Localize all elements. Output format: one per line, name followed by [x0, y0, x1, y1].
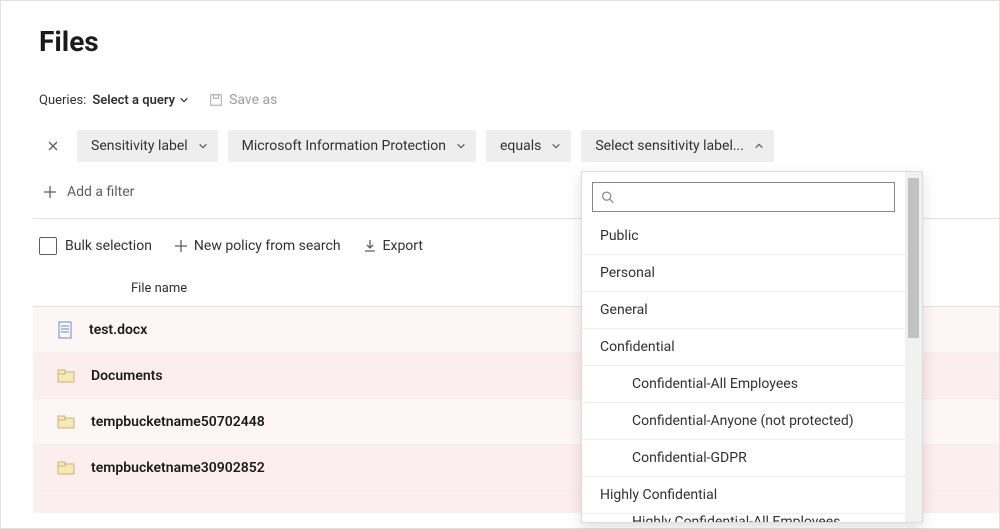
- filter-field-label: Sensitivity label: [91, 138, 188, 154]
- save-icon: [209, 93, 223, 107]
- new-policy-button[interactable]: New policy from search: [174, 238, 341, 254]
- file-name: tempbucketname50702448: [91, 414, 265, 430]
- save-as-label: Save as: [229, 92, 277, 108]
- dropdown-item[interactable]: Confidential-GDPR: [582, 440, 905, 477]
- dropdown-item[interactable]: Highly Confidential: [582, 477, 905, 514]
- dropdown-search-box[interactable]: [592, 182, 895, 212]
- filter-scope-label: Microsoft Information Protection: [242, 138, 446, 154]
- plus-icon: [174, 239, 188, 253]
- download-icon: [363, 239, 377, 253]
- chevron-down-icon: [551, 141, 561, 151]
- filter-value-label: Select sensitivity label...: [595, 138, 744, 154]
- filter-row: Sensitivity label Microsoft Information …: [39, 130, 999, 162]
- folder-icon: [57, 368, 75, 384]
- add-filter-label: Add a filter: [67, 184, 134, 200]
- filter-scope-pill[interactable]: Microsoft Information Protection: [228, 130, 476, 162]
- filter-operator-label: equals: [500, 138, 541, 154]
- export-label: Export: [383, 238, 423, 254]
- page-title: Files: [39, 25, 999, 58]
- scrollbar-thumb[interactable]: [908, 178, 919, 338]
- dropdown-item[interactable]: Public: [582, 218, 905, 255]
- new-policy-label: New policy from search: [194, 238, 341, 254]
- queries-selector[interactable]: Select a query: [92, 93, 189, 108]
- queries-label: Queries:: [39, 93, 86, 108]
- dropdown-item[interactable]: Confidential: [582, 329, 905, 366]
- queries-row: Queries: Select a query Save as: [39, 92, 999, 108]
- file-name: tempbucketname30902852: [91, 460, 265, 476]
- dropdown-item[interactable]: Confidential-Anyone (not protected): [582, 403, 905, 440]
- close-icon: [47, 140, 59, 152]
- bulk-selection-button[interactable]: Bulk selection: [39, 237, 152, 255]
- dropdown-list: Public Personal General Confidential Con…: [582, 218, 905, 522]
- dropdown-item[interactable]: Confidential-All Employees: [582, 366, 905, 403]
- dropdown-item-cutoff: Highly Confidential-All Employees: [582, 514, 905, 522]
- scrollbar[interactable]: [905, 172, 922, 522]
- document-icon: [57, 321, 73, 339]
- plus-icon: [43, 185, 57, 199]
- dropdown-search-input[interactable]: [620, 183, 886, 211]
- dropdown-item[interactable]: Personal: [582, 255, 905, 292]
- bulk-selection-label: Bulk selection: [65, 238, 152, 254]
- chevron-up-icon: [754, 141, 764, 151]
- folder-icon: [57, 414, 75, 430]
- chevron-down-icon: [198, 141, 208, 151]
- file-name: test.docx: [89, 322, 147, 338]
- remove-filter-button[interactable]: [39, 132, 67, 160]
- chevron-down-icon: [179, 95, 189, 105]
- search-icon: [601, 190, 614, 204]
- filter-value-pill[interactable]: Select sensitivity label...: [581, 130, 774, 162]
- save-as-button: Save as: [209, 92, 277, 108]
- filter-operator-pill[interactable]: equals: [486, 130, 571, 162]
- export-button[interactable]: Export: [363, 238, 423, 254]
- file-name: Documents: [91, 368, 163, 384]
- dropdown-item[interactable]: General: [582, 292, 905, 329]
- filter-field-pill[interactable]: Sensitivity label: [77, 130, 218, 162]
- folder-icon: [57, 460, 75, 476]
- queries-selector-text: Select a query: [92, 93, 175, 108]
- checkbox-icon[interactable]: [39, 237, 57, 255]
- chevron-down-icon: [456, 141, 466, 151]
- sensitivity-label-dropdown: Public Personal General Confidential Con…: [581, 171, 923, 523]
